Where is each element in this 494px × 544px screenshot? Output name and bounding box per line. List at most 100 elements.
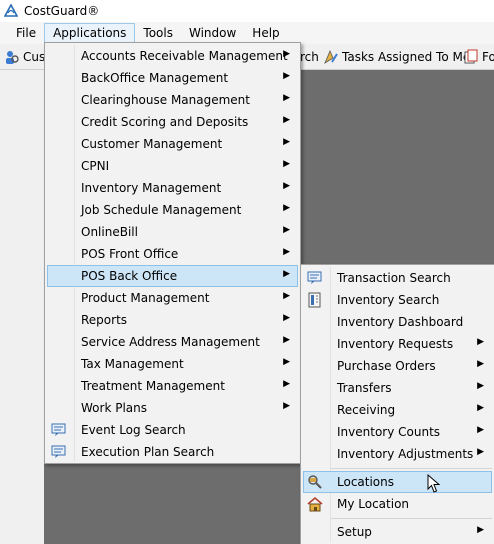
submenu-arrow-icon: ▶: [283, 159, 290, 169]
submenu-item-transfers[interactable]: Transfers ▶: [303, 377, 492, 399]
submenu-arrow-icon: ▶: [477, 447, 484, 457]
menu-item-label: POS Front Office: [81, 247, 179, 261]
submenu-arrow-icon: ▶: [283, 181, 290, 191]
menu-item-label: Inventory Search: [337, 293, 440, 307]
menu-item-label: Transfers: [337, 381, 392, 395]
submenu-arrow-icon: ▶: [283, 49, 290, 59]
menu-item-tax-management[interactable]: Tax Management ▶: [47, 353, 298, 375]
menu-item-onlinebill[interactable]: OnlineBill ▶: [47, 221, 298, 243]
submenu-arrow-icon: ▶: [477, 403, 484, 413]
submenu-arrow-icon: ▶: [283, 115, 290, 125]
menu-item-label: Job Schedule Management: [81, 203, 242, 217]
submenu-item-inventory-requests[interactable]: Inventory Requests ▶: [303, 333, 492, 355]
menu-item-customer-management[interactable]: Customer Management ▶: [47, 133, 298, 155]
menu-item-inventory-management[interactable]: Inventory Management ▶: [47, 177, 298, 199]
menu-item-pos-back-office[interactable]: POS Back Office ▶: [47, 265, 298, 287]
menu-item-label: Clearinghouse Management: [81, 93, 250, 107]
inventory-search-icon: [308, 292, 321, 308]
submenu-arrow-icon: ▶: [283, 335, 290, 345]
menu-help[interactable]: Help: [244, 23, 287, 43]
submenu-arrow-icon: ▶: [477, 525, 484, 535]
menu-item-label: Inventory Requests: [337, 337, 454, 351]
menu-item-label: Setup: [337, 525, 372, 539]
toolbar-customer-label: Cus: [23, 50, 46, 64]
toolbar-tasks-button[interactable]: Tasks Assigned To Me: [323, 48, 470, 66]
applications-menu: Accounts Receivable Management ▶ BackOffi…: [44, 42, 301, 464]
menu-item-job-schedule[interactable]: Job Schedule Management ▶: [47, 199, 298, 221]
submenu-arrow-icon: ▶: [283, 247, 290, 257]
submenu-item-transaction-search[interactable]: Transaction Search: [303, 267, 492, 289]
menu-file[interactable]: File: [8, 23, 44, 43]
menu-separator: [331, 468, 492, 469]
menu-item-label: OnlineBill: [81, 225, 138, 239]
submenu-item-inventory-search[interactable]: Inventory Search: [303, 289, 492, 311]
costguard-logo-icon: [4, 4, 18, 17]
submenu-item-my-location[interactable]: My Location: [303, 493, 492, 515]
menu-item-backoffice[interactable]: BackOffice Management ▶: [47, 67, 298, 89]
menu-applications[interactable]: Applications: [44, 23, 136, 43]
menu-item-cpni[interactable]: CPNI ▶: [47, 155, 298, 177]
menu-item-accounts-receivable[interactable]: Accounts Receivable Management ▶: [47, 45, 298, 67]
menu-item-credit-scoring[interactable]: Credit Scoring and Deposits ▶: [47, 111, 298, 133]
submenu-item-setup[interactable]: Setup ▶: [303, 521, 492, 543]
left-panel: [0, 70, 44, 544]
menu-item-treatment-management[interactable]: Treatment Management ▶: [47, 375, 298, 397]
menu-item-product-management[interactable]: Product Management ▶: [47, 287, 298, 309]
submenu-arrow-icon: ▶: [283, 203, 290, 213]
execution-plan-icon: [51, 445, 66, 458]
submenu-arrow-icon: ▶: [283, 137, 290, 147]
menu-item-pos-front-office[interactable]: POS Front Office ▶: [47, 243, 298, 265]
submenu-arrow-icon: ▶: [477, 381, 484, 391]
menu-item-label: Inventory Dashboard: [337, 315, 464, 329]
menu-item-label: Inventory Management: [81, 181, 222, 195]
submenu-arrow-icon: ▶: [283, 71, 290, 81]
toolbar-forms-label: Fo: [482, 50, 494, 64]
menu-item-label: Inventory Counts: [337, 425, 441, 439]
menu-item-clearinghouse[interactable]: Clearinghouse Management ▶: [47, 89, 298, 111]
menu-item-work-plans[interactable]: Work Plans ▶: [47, 397, 298, 419]
toolbar-forms-button[interactable]: Fo: [463, 48, 494, 66]
menu-tools[interactable]: Tools: [135, 23, 181, 43]
submenu-item-purchase-orders[interactable]: Purchase Orders ▶: [303, 355, 492, 377]
toolbar-search-label: rch: [300, 50, 319, 64]
submenu-arrow-icon: ▶: [283, 313, 290, 323]
submenu-arrow-icon: ▶: [477, 337, 484, 347]
submenu-item-inventory-dashboard[interactable]: Inventory Dashboard: [303, 311, 492, 333]
mouse-cursor-icon: [427, 474, 441, 493]
menu-item-execution-plan-search[interactable]: Execution Plan Search: [47, 441, 298, 463]
menu-item-reports[interactable]: Reports ▶: [47, 309, 298, 331]
customer-icon: [6, 51, 19, 64]
toolbar-search-button[interactable]: rch: [300, 48, 319, 66]
menu-item-service-address[interactable]: Service Address Management ▶: [47, 331, 298, 353]
event-log-icon: [51, 423, 66, 436]
menu-item-label: Product Management: [81, 291, 210, 305]
toolbar-tasks-label: Tasks Assigned To Me: [342, 50, 471, 64]
menu-item-label: Transaction Search: [337, 271, 451, 285]
menu-bar: File Applications Tools Window Help: [0, 22, 494, 44]
menu-item-label: Purchase Orders: [337, 359, 436, 373]
menu-item-label: My Location: [337, 497, 410, 511]
menu-item-label: POS Back Office: [81, 269, 178, 283]
menu-item-label: Treatment Management: [81, 379, 225, 393]
submenu-arrow-icon: ▶: [283, 379, 290, 389]
submenu-arrow-icon: ▶: [283, 291, 290, 301]
submenu-item-locations[interactable]: Locations: [303, 471, 492, 493]
locations-icon: [308, 475, 322, 489]
menu-item-label: Inventory Adjustments: [337, 447, 474, 461]
submenu-arrow-icon: ▶: [477, 359, 484, 369]
menu-window[interactable]: Window: [181, 23, 244, 43]
menu-item-label: Event Log Search: [81, 423, 186, 437]
submenu-item-receiving[interactable]: Receiving ▶: [303, 399, 492, 421]
submenu-item-inventory-adjustments[interactable]: Inventory Adjustments ▶: [303, 443, 492, 465]
menu-item-label: Service Address Management: [81, 335, 260, 349]
submenu-arrow-icon: ▶: [477, 425, 484, 435]
menu-separator: [331, 518, 492, 519]
menu-item-label: Customer Management: [81, 137, 223, 151]
menu-item-event-log-search[interactable]: Event Log Search: [47, 419, 298, 441]
transaction-search-icon: [307, 271, 322, 284]
submenu-item-inventory-counts[interactable]: Inventory Counts ▶: [303, 421, 492, 443]
home-icon: [307, 496, 323, 512]
toolbar-customer-button[interactable]: Cus: [4, 48, 45, 66]
menu-item-label: Accounts Receivable Management: [81, 49, 288, 63]
tasks-icon: [324, 49, 338, 65]
